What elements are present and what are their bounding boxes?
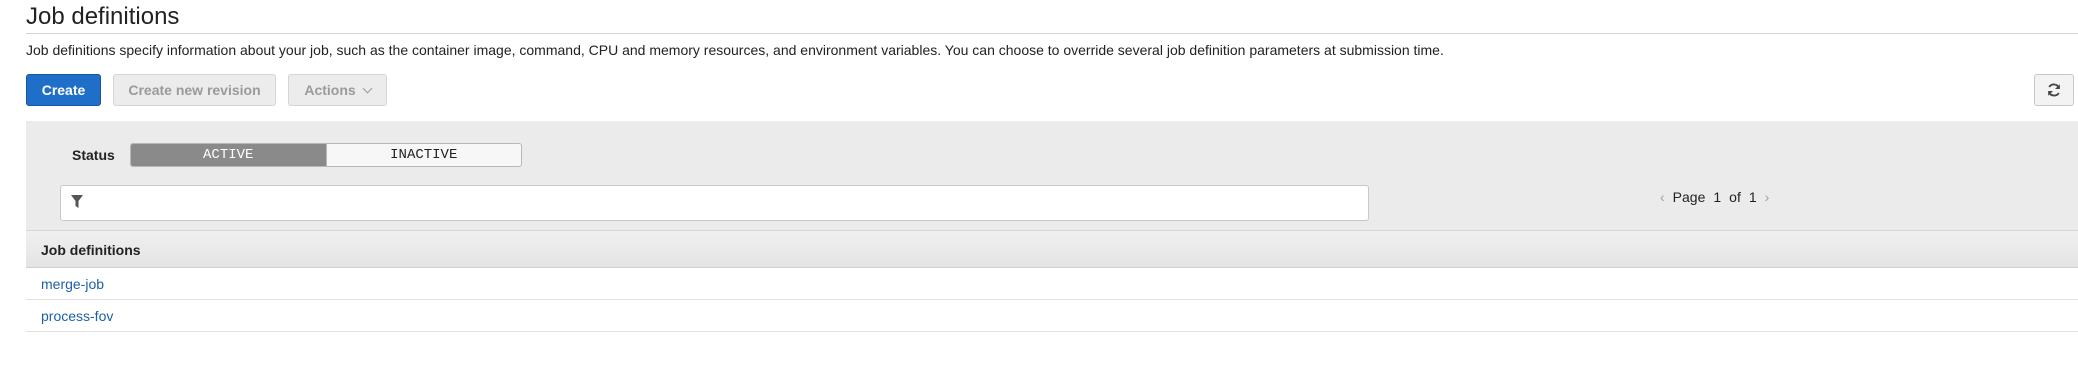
table-header: Job definitions [26, 230, 2078, 268]
pagination-current: 1 [1713, 189, 1722, 205]
refresh-icon [2048, 83, 2060, 97]
job-definition-link[interactable]: merge-job [41, 276, 104, 292]
create-button[interactable]: Create [26, 74, 101, 106]
filter-input[interactable] [91, 186, 1365, 222]
status-toggle: ACTIVE INACTIVE [130, 143, 522, 167]
pagination-separator: of [1729, 189, 1741, 205]
status-label: Status [72, 147, 115, 163]
filter-icon [71, 195, 83, 208]
actions-button-label: Actions [304, 82, 356, 98]
title-divider [26, 33, 2078, 34]
refresh-button[interactable] [2034, 74, 2074, 106]
chevron-down-icon [362, 83, 373, 93]
page-title: Job definitions [26, 3, 180, 30]
actions-dropdown-button[interactable]: Actions [288, 74, 387, 106]
status-active-option[interactable]: ACTIVE [131, 144, 327, 166]
table-row: process-fov [26, 300, 2078, 332]
job-definitions-page: Job definitions Job definitions specify … [0, 0, 2078, 369]
chevron-left-icon[interactable]: ‹ [1660, 189, 1665, 205]
chevron-right-icon[interactable]: › [1765, 189, 1770, 205]
status-inactive-option[interactable]: INACTIVE [327, 144, 522, 166]
pagination-prefix: Page [1672, 189, 1706, 205]
pagination-total: 1 [1748, 189, 1757, 205]
table-row: merge-job [26, 268, 2078, 300]
create-new-revision-button[interactable]: Create new revision [113, 74, 276, 106]
job-definition-link[interactable]: process-fov [41, 308, 113, 324]
column-header-job-definitions[interactable]: Job definitions [41, 242, 141, 258]
page-description: Job definitions specify information abou… [26, 42, 1444, 58]
pagination: ‹ Page 1 of 1 › [1660, 187, 1769, 207]
filter-field [60, 185, 1369, 222]
